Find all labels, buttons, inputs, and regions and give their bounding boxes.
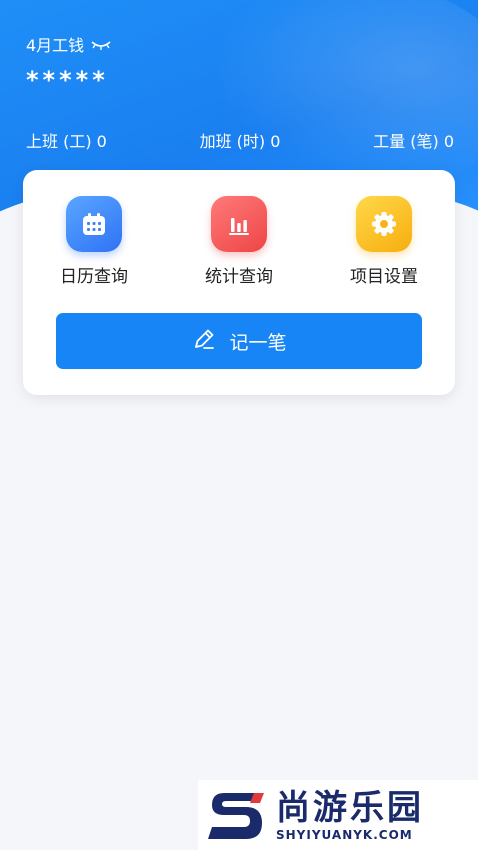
shortcut-project-settings[interactable]: 项目设置: [339, 196, 429, 287]
bar-chart-icon: [211, 196, 267, 252]
gear-icon: [356, 196, 412, 252]
shortcut-calendar-query[interactable]: 日历查询: [49, 196, 139, 287]
record-entry-label: 记一笔: [229, 331, 287, 354]
site-watermark: 尚游乐园 SHYIYUANYK.COM: [198, 780, 478, 850]
shortcut-label: 统计查询: [205, 267, 273, 287]
shortcut-statistics-query[interactable]: 统计查询: [194, 196, 284, 287]
calendar-icon: [66, 196, 122, 252]
watermark-text: 尚游乐园 SHYIYUANYK.COM: [276, 788, 424, 842]
pen-icon: [191, 326, 217, 357]
shortcut-label: 项目设置: [350, 267, 418, 287]
wage-amount: *****: [26, 66, 109, 94]
eye-closed-icon[interactable]: [90, 37, 112, 51]
watermark-cn: 尚游乐园: [276, 788, 424, 828]
stat-workload-count: 工量 (笔) 0: [373, 132, 454, 151]
record-entry-button[interactable]: 记一笔: [56, 313, 422, 369]
watermark-en: SHYIYUANYK.COM: [276, 828, 413, 842]
shortcut-grid: 日历查询 统计查询 项目设置: [23, 196, 455, 287]
stat-work-days: 上班 (工) 0: [26, 132, 107, 151]
shortcut-label: 日历查询: [60, 267, 128, 287]
watermark-logo-icon: [208, 793, 264, 839]
stat-overtime-hours: 加班 (时) 0: [199, 132, 281, 151]
month-wage-row: 4月工钱: [26, 32, 112, 56]
month-wage-label: 4月工钱: [26, 36, 85, 55]
stats-row: 上班 (工) 0 加班 (时) 0 工量 (笔) 0: [26, 128, 454, 152]
action-card: 日历查询 统计查询 项目设置 记一笔: [23, 170, 455, 395]
